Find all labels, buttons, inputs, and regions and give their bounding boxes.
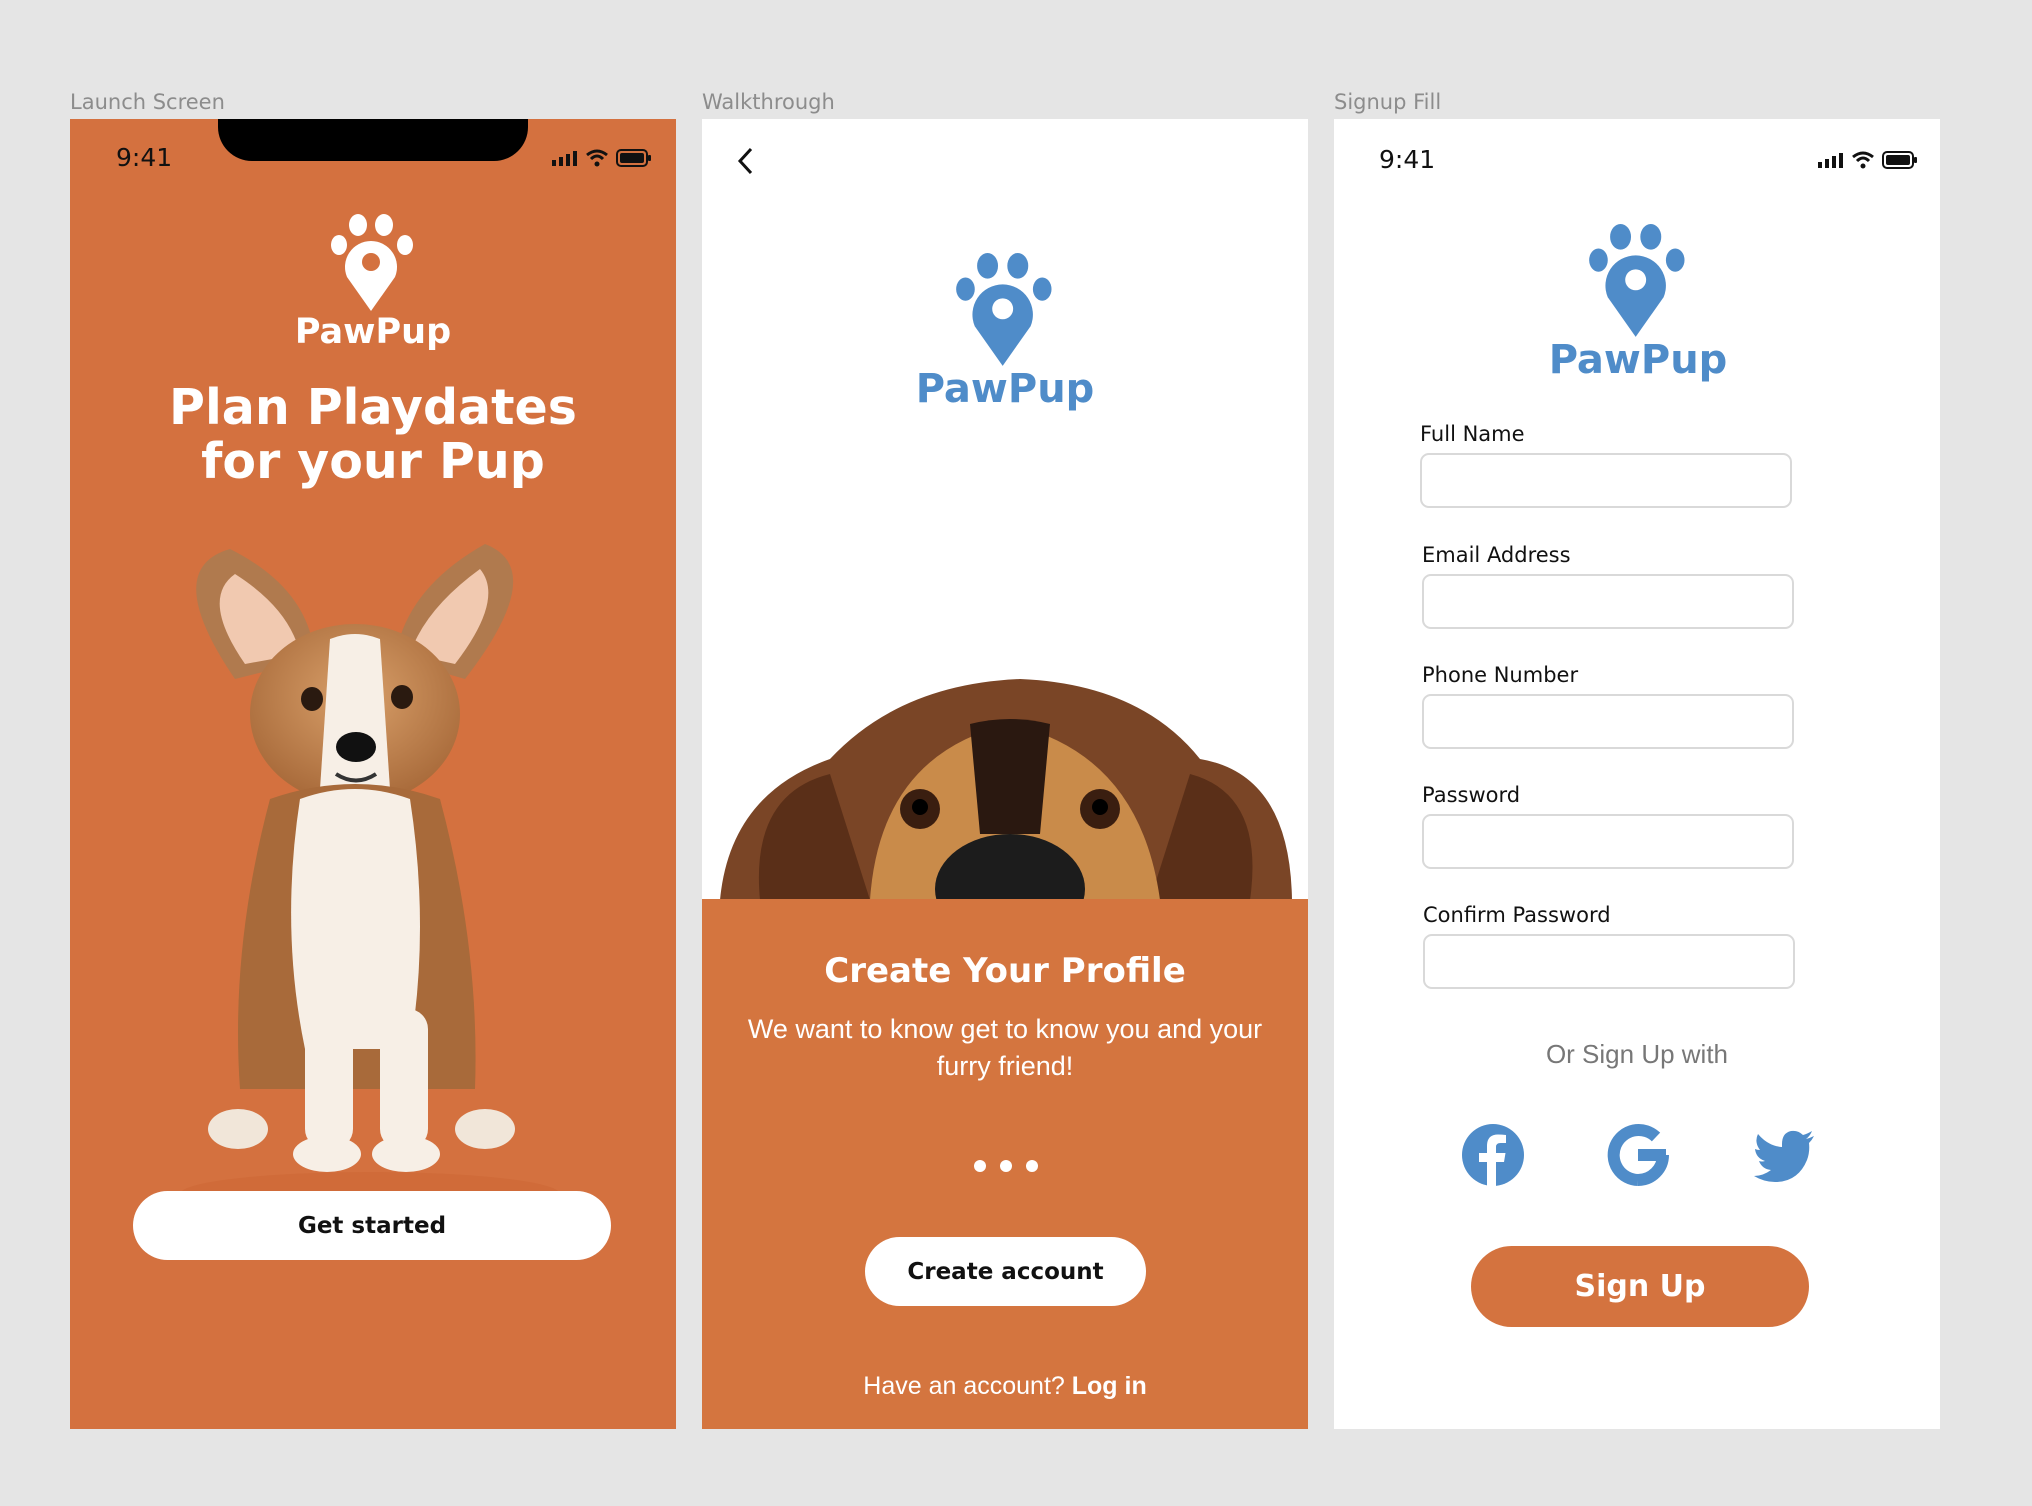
battery-icon: [1882, 151, 1917, 169]
status-icons: [552, 149, 652, 167]
alt-signup-text: Or Sign Up with: [1545, 1039, 1729, 1069]
full-name-label: Full Name: [1420, 422, 1525, 446]
password-label: Password: [1422, 783, 1521, 807]
login-prompt: Have an account? Log in: [702, 1372, 1308, 1401]
facebook-icon[interactable]: [1460, 1122, 1526, 1188]
email-label: Email Address: [1422, 543, 1571, 567]
walkthrough-title: Create Your Profile: [824, 951, 1186, 991]
back-chevron-icon[interactable]: [735, 146, 757, 176]
launch-screen: 9:41 PawPup Plan Playdates for your Pup: [70, 119, 676, 1429]
paw-pin-icon: [956, 253, 1052, 366]
headline: Plan Playdates for your Pup: [70, 381, 676, 489]
logo-text: PawPup: [1548, 337, 1728, 383]
pawpup-logo: PawPup: [1528, 222, 1748, 383]
twitter-icon[interactable]: [1752, 1122, 1818, 1188]
status-time: 9:41: [1379, 145, 1436, 174]
login-link[interactable]: Log in: [1072, 1372, 1147, 1400]
device-notch: [218, 119, 528, 161]
google-icon[interactable]: [1605, 1122, 1671, 1188]
logo-text: PawPup: [915, 366, 1095, 412]
logo-text: PawPup: [294, 312, 452, 352]
walkthrough-subtitle: We want to know get to know you and your…: [747, 1014, 1263, 1081]
frame-label-launch: Launch Screen: [70, 90, 225, 114]
phone-field[interactable]: [1422, 694, 1794, 749]
full-name-field[interactable]: [1420, 453, 1792, 508]
wifi-icon: [1852, 151, 1874, 169]
login-prompt-text: Have an account?: [863, 1372, 1065, 1400]
paw-pin-icon: [331, 214, 413, 311]
password-field[interactable]: [1422, 814, 1794, 869]
headline-line-1: Plan Playdates: [169, 379, 577, 436]
corgi-puppy-photo: [180, 544, 560, 1216]
frame-label-walkthrough: Walkthrough: [702, 90, 835, 114]
page-dot[interactable]: [1000, 1160, 1012, 1172]
status-time: 9:41: [116, 143, 173, 172]
walkthrough-screen: PawPup Create Your Profile We want to kn…: [702, 119, 1308, 1429]
create-account-button[interactable]: Create account: [865, 1237, 1146, 1306]
confirm-password-label: Confirm Password: [1423, 903, 1611, 927]
battery-icon: [616, 149, 651, 167]
signal-icon: [1818, 153, 1843, 168]
status-icons: [1818, 151, 1918, 169]
headline-line-2: for your Pup: [201, 433, 545, 490]
sign-up-button[interactable]: Sign Up: [1471, 1246, 1809, 1327]
email-field[interactable]: [1422, 574, 1794, 629]
pawpup-logo: PawPup: [273, 213, 473, 352]
page-dot[interactable]: [974, 1160, 986, 1172]
page-indicator[interactable]: [974, 1160, 1038, 1172]
paw-pin-icon: [1589, 224, 1685, 337]
peeking-dog-photo: [720, 679, 1292, 900]
signal-icon: [552, 151, 577, 166]
wifi-icon: [586, 149, 608, 167]
signup-screen: 9:41 PawPup Full Name Email Address Phon…: [1334, 119, 1940, 1429]
confirm-password-field[interactable]: [1423, 934, 1795, 989]
page-dot[interactable]: [1026, 1160, 1038, 1172]
frame-label-signup: Signup Fill: [1334, 90, 1442, 114]
phone-label: Phone Number: [1422, 663, 1579, 687]
get-started-button[interactable]: Get started: [133, 1191, 611, 1260]
pawpup-logo: PawPup: [905, 251, 1105, 412]
